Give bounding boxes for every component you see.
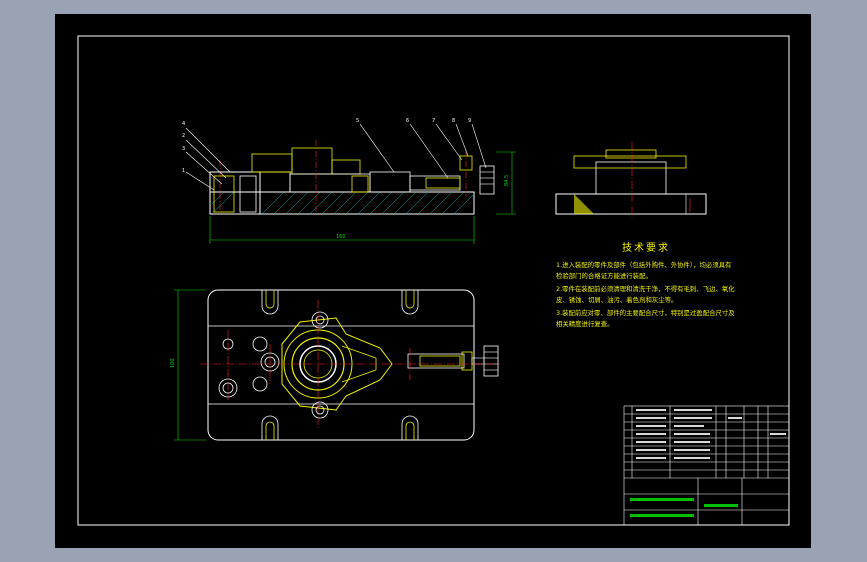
tech-requirement-line: 2.零件在装配前必须清理和清洗干净，不得有毛刺、飞边、氧化 — [556, 285, 735, 293]
tech-requirements-title: 技术要求 — [622, 243, 670, 254]
balloon-1: 1 — [182, 168, 185, 174]
side-view — [555, 142, 707, 218]
front-section-view: 4 2 3 1 5 6 7 8 9 160 84.5 — [182, 118, 516, 244]
dim-width: 100 — [170, 358, 176, 368]
tech-requirement-line: 检验部门的合格证方能进行装配。 — [556, 272, 652, 280]
balloon-6: 6 — [406, 118, 409, 124]
cad-viewer: 4 2 3 1 5 6 7 8 9 160 84.5 100 技术要求 1.进入… — [0, 0, 867, 562]
title-block — [623, 405, 790, 526]
balloon-8: 8 — [452, 118, 455, 124]
balloon-2: 2 — [182, 133, 185, 139]
assembly-drawing: 4 2 3 1 5 6 7 8 9 160 84.5 100 — [77, 35, 790, 526]
balloon-3: 3 — [182, 146, 185, 152]
balloon-9: 9 — [468, 118, 471, 124]
tech-requirement-line: 相关精度进行复查。 — [556, 320, 614, 328]
tech-requirement-line: 3.装配前应对零、部件的主要配合尺寸，特别是过盈配合尺寸及 — [556, 309, 735, 317]
balloon-5: 5 — [356, 118, 359, 124]
tech-requirement-line: 皮、锈蚀、切屑、油污、着色剂和灰尘等。 — [556, 296, 678, 304]
tech-requirement-line: 1.进入装配的零件及部件（包括外购件、外协件），均必须具有 — [556, 261, 732, 269]
title-block-green — [630, 498, 738, 517]
title-block-text — [636, 409, 786, 459]
balloon-7: 7 — [432, 118, 435, 124]
sheet-border — [77, 35, 790, 526]
balloon-4: 4 — [182, 121, 185, 127]
dim-height: 84.5 — [504, 175, 510, 186]
dim-length: 160 — [336, 234, 346, 240]
plan-view: 100 — [170, 289, 500, 441]
